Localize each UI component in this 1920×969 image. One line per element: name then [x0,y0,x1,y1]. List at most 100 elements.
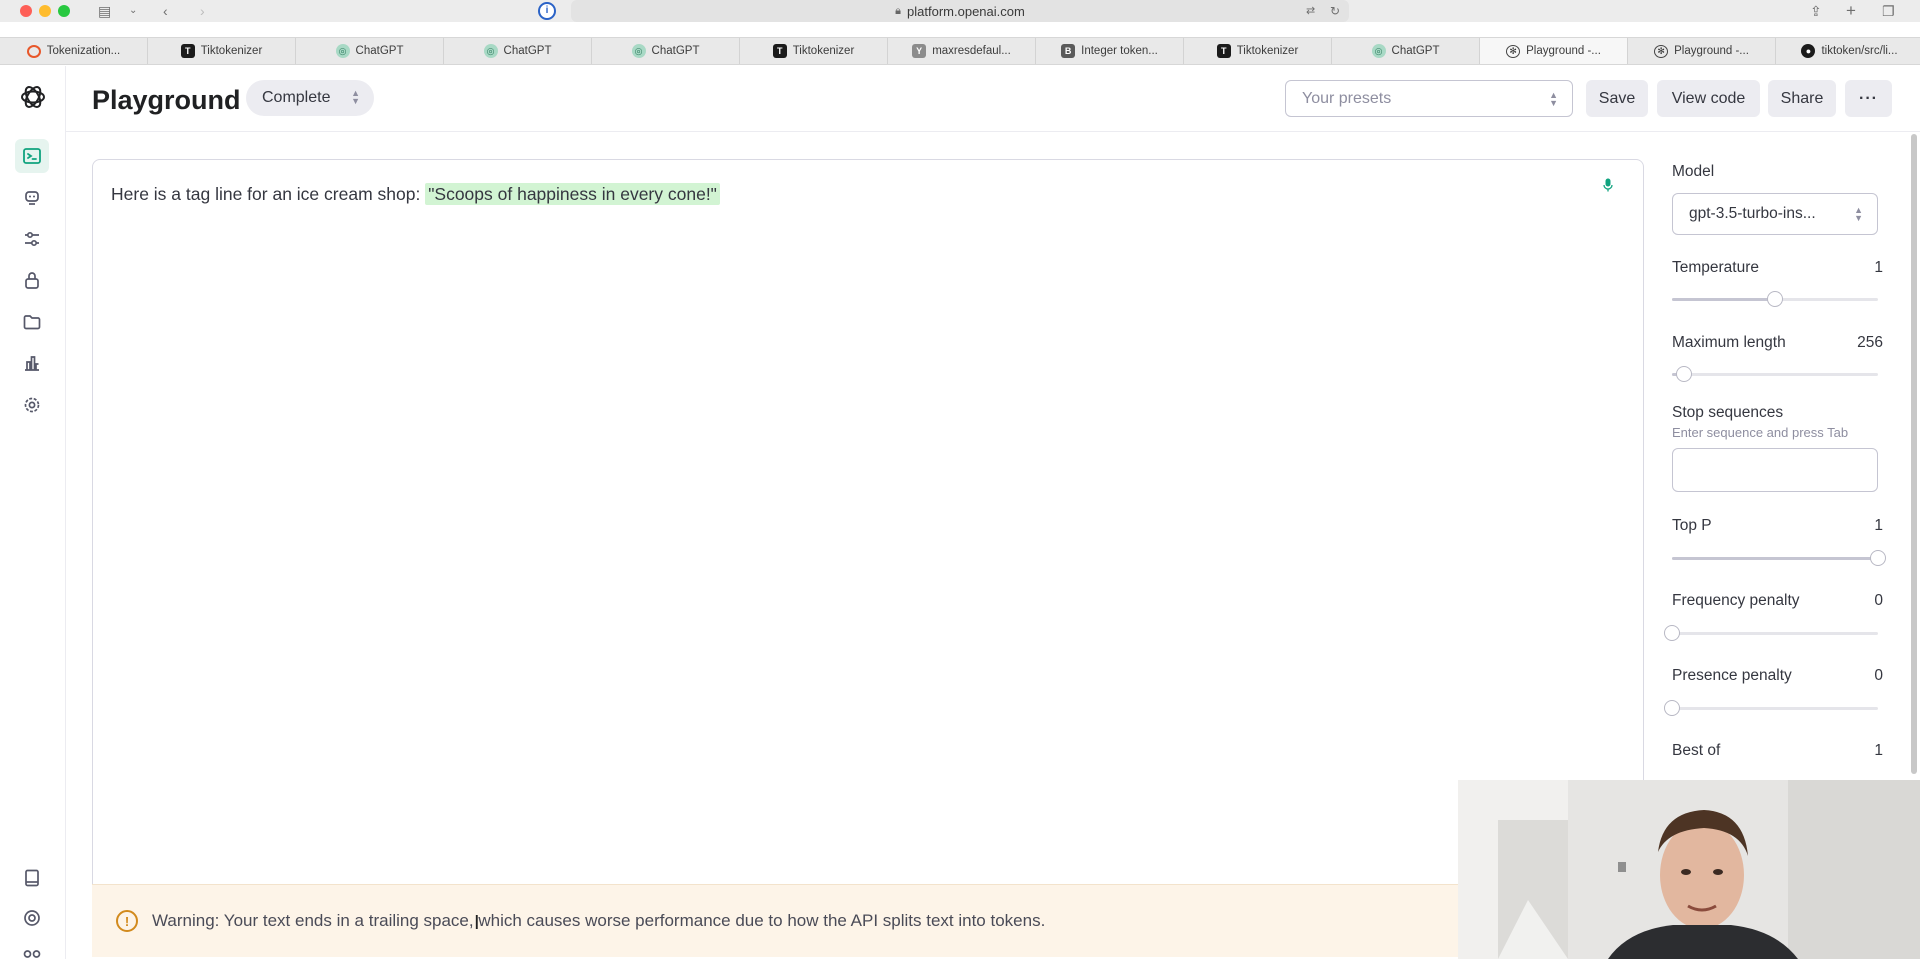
github-icon: ● [1801,44,1816,58]
slider-thumb[interactable] [1870,550,1886,566]
openai-icon: ✻ [1506,44,1521,58]
microphone-icon[interactable] [1603,178,1613,192]
frequency-penalty-slider[interactable] [1664,625,1878,641]
save-button[interactable]: Save [1586,80,1648,117]
browser-tab[interactable]: Ymaxresdefaul... [888,38,1036,64]
presence-penalty-value[interactable]: 0 [1874,667,1883,685]
chevron-down-icon[interactable]: ⌄ [129,1,137,21]
lock-icon[interactable] [15,263,49,297]
browser-tab-title: tiktoken/src/li... [1821,45,1898,57]
slider-fill [1672,298,1775,301]
model-label: Model [1672,163,1715,180]
lock-icon: 🔒︎ [895,4,902,17]
minimize-window-button[interactable] [39,5,51,17]
settings-scrollbar[interactable] [1910,132,1918,780]
frequency-penalty-value[interactable]: 0 [1874,592,1883,610]
select-arrows-icon: ▲ ▼ [1549,90,1558,108]
editor-content[interactable]: Here is a tag line for an ice cream shop… [111,183,720,205]
tiktokenizer-icon: T [1216,44,1231,58]
trailing-space-warning: ! Warning: Your text ends in a trailing … [92,884,1552,957]
openai-logo-icon[interactable] [19,83,47,111]
mode-select[interactable]: Complete ▲ ▼ [246,80,374,116]
forward-icon[interactable]: › [200,1,205,21]
b-icon: B [1061,44,1076,58]
presence-penalty-label: Presence penalty [1672,667,1792,684]
playground-nav-icon[interactable] [15,139,49,173]
close-window-button[interactable] [20,5,32,17]
password-manager-icon[interactable]: i [538,2,556,20]
back-icon[interactable]: ‹ [163,1,168,21]
prompt-editor[interactable]: Here is a tag line for an ice cream shop… [92,159,1644,957]
temperature-value[interactable]: 1 [1874,259,1883,277]
maximize-window-button[interactable] [58,5,70,17]
browser-tab[interactable]: T Tiktokenizer [740,38,888,64]
fine-tuning-nav-icon[interactable] [15,222,49,256]
assistants-nav-icon[interactable] [15,180,49,214]
docs-book-icon[interactable] [15,863,49,893]
temperature-slider[interactable] [1672,291,1878,307]
more-options-button[interactable]: ··· [1845,80,1892,117]
reload-icon[interactable]: ↻ [1330,1,1340,21]
scrollbar-thumb[interactable] [1911,134,1917,774]
sidebar-toggle-icon[interactable]: ▤ [98,1,111,21]
slider-thumb[interactable] [1664,625,1680,641]
share-button[interactable]: Share [1768,80,1836,117]
browser-tab[interactable]: Tokenization... [0,38,148,64]
browser-tab[interactable]: ◎ ChatGPT [444,38,592,64]
best-of-label: Best of [1672,742,1721,759]
tokenization-icon [26,44,41,58]
browser-tab[interactable]: B Integer token... [1036,38,1184,64]
browser-tab[interactable]: ◎ ChatGPT [296,38,444,64]
url-text: platform.openai.com [907,3,1025,19]
share-icon[interactable]: ⇪ [1810,1,1822,21]
view-code-button[interactable]: View code [1657,80,1760,117]
new-tab-icon[interactable]: + [1846,1,1856,21]
usage-chart-icon[interactable] [15,346,49,380]
playground-header: Playground Complete ▲ ▼ Your presets ▲ ▼ S… [66,66,1920,132]
top-p-slider[interactable] [1672,550,1886,566]
max-length-value[interactable]: 256 [1857,334,1883,352]
browser-tab[interactable]: ● tiktoken/src/li... [1776,38,1920,64]
browser-tab[interactable]: ✻ Playground -... [1628,38,1776,64]
select-arrows-icon: ▲ ▼ [1854,205,1863,223]
gear-icon[interactable] [15,388,49,422]
browser-tab-title: Tiktokenizer [792,45,855,57]
translate-icon[interactable]: ⇄ [1306,1,1315,21]
tab-overview-icon[interactable]: ❐ [1882,1,1895,21]
presets-placeholder: Your presets [1302,89,1392,107]
address-bar[interactable]: 🔒︎ platform.openai.com [571,0,1349,22]
apps-icon[interactable] [15,939,49,969]
slider-thumb[interactable] [1664,700,1680,716]
browser-tab[interactable]: ◎ ChatGPT [592,38,740,64]
max-length-slider[interactable] [1672,366,1878,382]
browser-tab-title: maxresdefaul... [932,45,1011,57]
browser-tab-title: Tokenization... [46,45,121,57]
slider-fill [1672,557,1878,560]
chatgpt-icon: ◎ [1371,44,1386,58]
presence-penalty-slider[interactable] [1664,700,1878,716]
slider-thumb[interactable] [1676,366,1693,382]
browser-tab[interactable]: T Tiktokenizer [1184,38,1332,64]
help-icon[interactable] [15,903,49,933]
app-sidebar [0,66,66,959]
warning-icon: ! [116,910,138,932]
model-select[interactable]: gpt-3.5-turbo-ins... ▲ ▼ [1672,193,1878,235]
stop-sequences-input[interactable] [1672,448,1878,492]
browser-tab-title: Tiktokenizer [200,45,263,57]
browser-tab[interactable]: ◎ ChatGPT [1332,38,1480,64]
openai-icon: ✻ [1654,44,1669,58]
text-cursor-icon: I [474,912,480,934]
browser-tab-title: ChatGPT [503,45,552,57]
browser-tab[interactable]: T Tiktokenizer [148,38,296,64]
chatgpt-icon: ◎ [335,44,350,58]
browser-tab[interactable]: ✻ Playground -... [1480,38,1628,64]
best-of-value[interactable]: 1 [1874,742,1883,760]
browser-tab-title: ChatGPT [355,45,404,57]
browser-tab-title: Tiktokenizer [1236,45,1299,57]
folder-icon[interactable] [15,305,49,339]
top-p-value[interactable]: 1 [1874,517,1883,535]
stop-sequences-label: Stop sequences [1672,404,1784,421]
presets-select[interactable]: Your presets ▲ ▼ [1285,80,1573,117]
slider-thumb[interactable] [1767,291,1783,307]
browser-tab-title: ChatGPT [651,45,700,57]
